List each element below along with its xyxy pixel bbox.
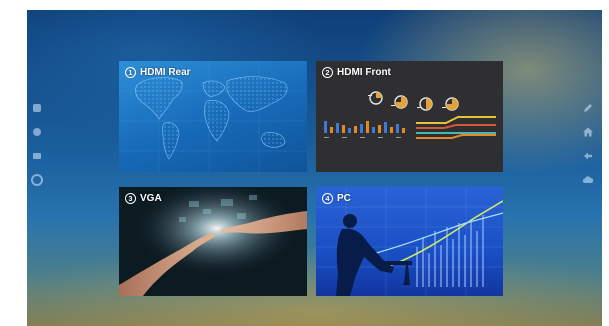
source-number-badge: 3 <box>125 193 136 204</box>
back-icon[interactable] <box>582 150 594 162</box>
right-side-dock <box>582 102 594 186</box>
source-number-badge: 1 <box>125 67 136 78</box>
source-tile-vga[interactable]: 3 VGA <box>119 187 307 296</box>
source-label: VGA <box>140 193 162 204</box>
tile-title-vga: 3 VGA <box>125 193 162 204</box>
source-label: PC <box>337 193 351 204</box>
tile-title-hdmi-rear: 1 HDMI Rear <box>125 67 191 78</box>
dock-icon-4[interactable] <box>31 174 43 186</box>
input-source-screen <box>27 10 602 326</box>
dock-icon-2[interactable] <box>31 126 43 138</box>
source-number-badge: 4 <box>322 193 333 204</box>
source-number-badge: 2 <box>322 67 333 78</box>
source-tile-hdmi-front[interactable]: 2 HDMI Front <box>316 61 503 172</box>
source-tile-hdmi-rear[interactable]: 1 HDMI Rear <box>119 61 307 172</box>
pencil-icon[interactable] <box>582 102 594 114</box>
home-icon[interactable] <box>582 126 594 138</box>
tile-title-pc: 4 PC <box>322 193 351 204</box>
source-tile-pc[interactable]: 4 PC <box>316 187 503 296</box>
left-side-dock <box>31 102 43 186</box>
tile-title-hdmi-front: 2 HDMI Front <box>322 67 391 78</box>
dock-icon-1[interactable] <box>31 102 43 114</box>
cloud-icon[interactable] <box>582 174 594 186</box>
dock-icon-3[interactable] <box>31 150 43 162</box>
source-label: HDMI Rear <box>140 67 191 78</box>
source-label: HDMI Front <box>337 67 391 78</box>
